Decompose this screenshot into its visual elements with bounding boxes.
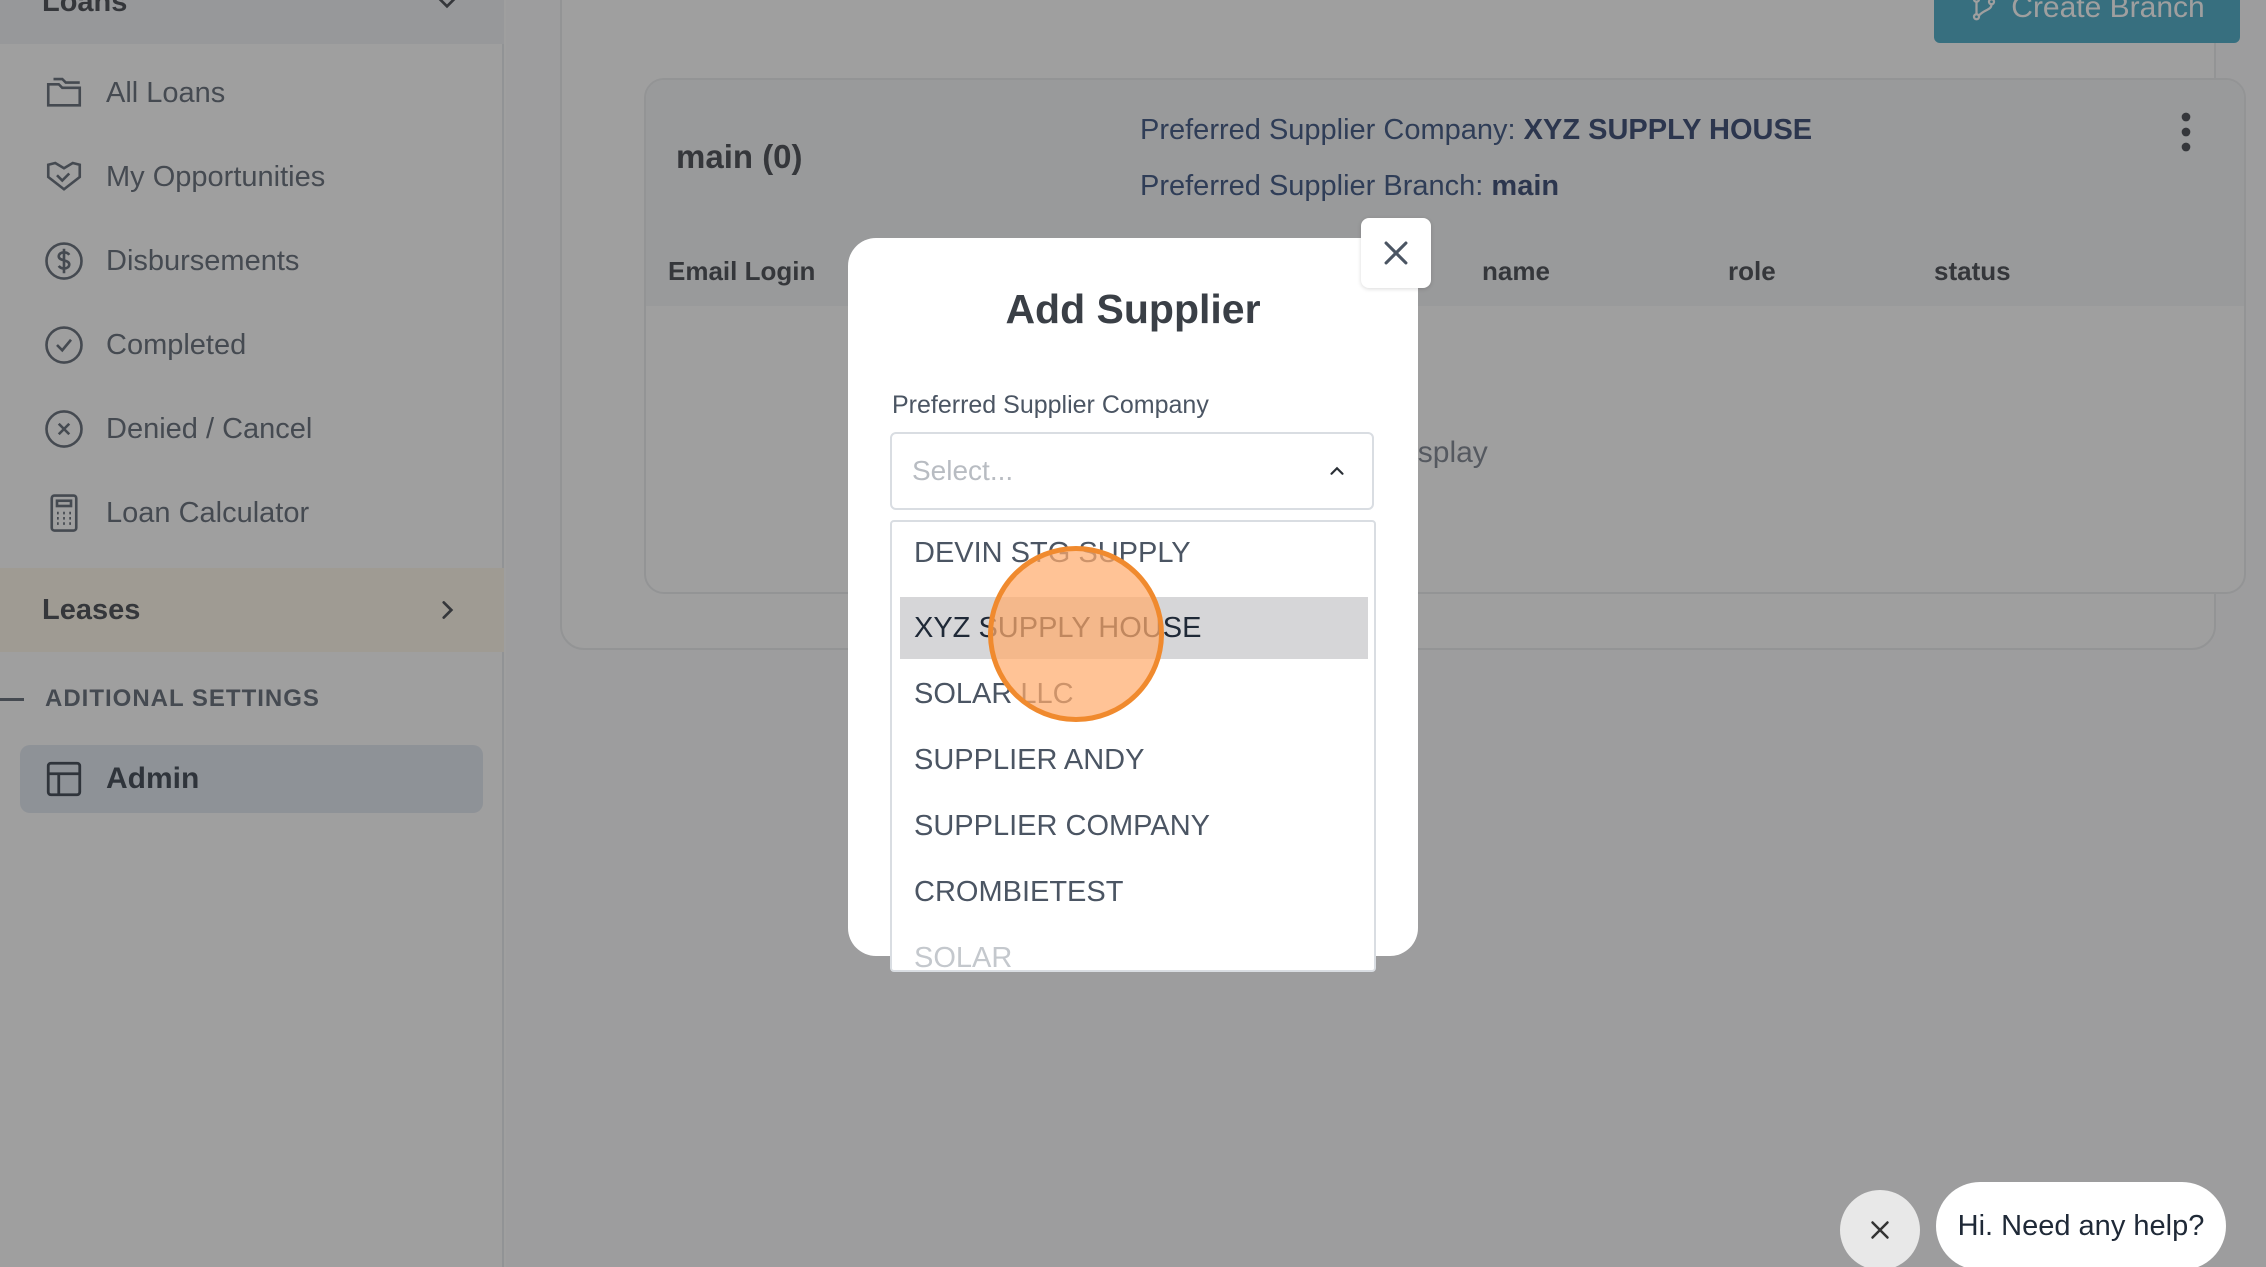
close-icon — [1871, 1221, 1889, 1239]
supplier-company-select[interactable]: Select... — [890, 432, 1374, 510]
dropdown-option[interactable]: CROMBIETEST — [900, 861, 1368, 923]
chat-bubble-text: Hi. Need any help? — [1957, 1209, 2205, 1242]
close-icon — [1384, 241, 1408, 265]
close-modal-button[interactable] — [1361, 218, 1431, 288]
chat-help-bubble[interactable]: Hi. Need any help? — [1936, 1182, 2226, 1267]
click-indicator — [988, 546, 1164, 722]
supplier-company-label: Preferred Supplier Company — [892, 391, 1209, 419]
chat-close-button[interactable] — [1840, 1190, 1920, 1267]
dropdown-option[interactable]: SUPPLIER COMPANY — [900, 795, 1368, 857]
chevron-up-icon — [1330, 466, 1344, 475]
dropdown-option[interactable]: SOLAR — [900, 927, 1368, 971]
modal-title: Add Supplier — [1005, 286, 1261, 332]
select-placeholder: Select... — [912, 455, 1014, 486]
dropdown-option[interactable]: SUPPLIER ANDY — [900, 729, 1368, 791]
